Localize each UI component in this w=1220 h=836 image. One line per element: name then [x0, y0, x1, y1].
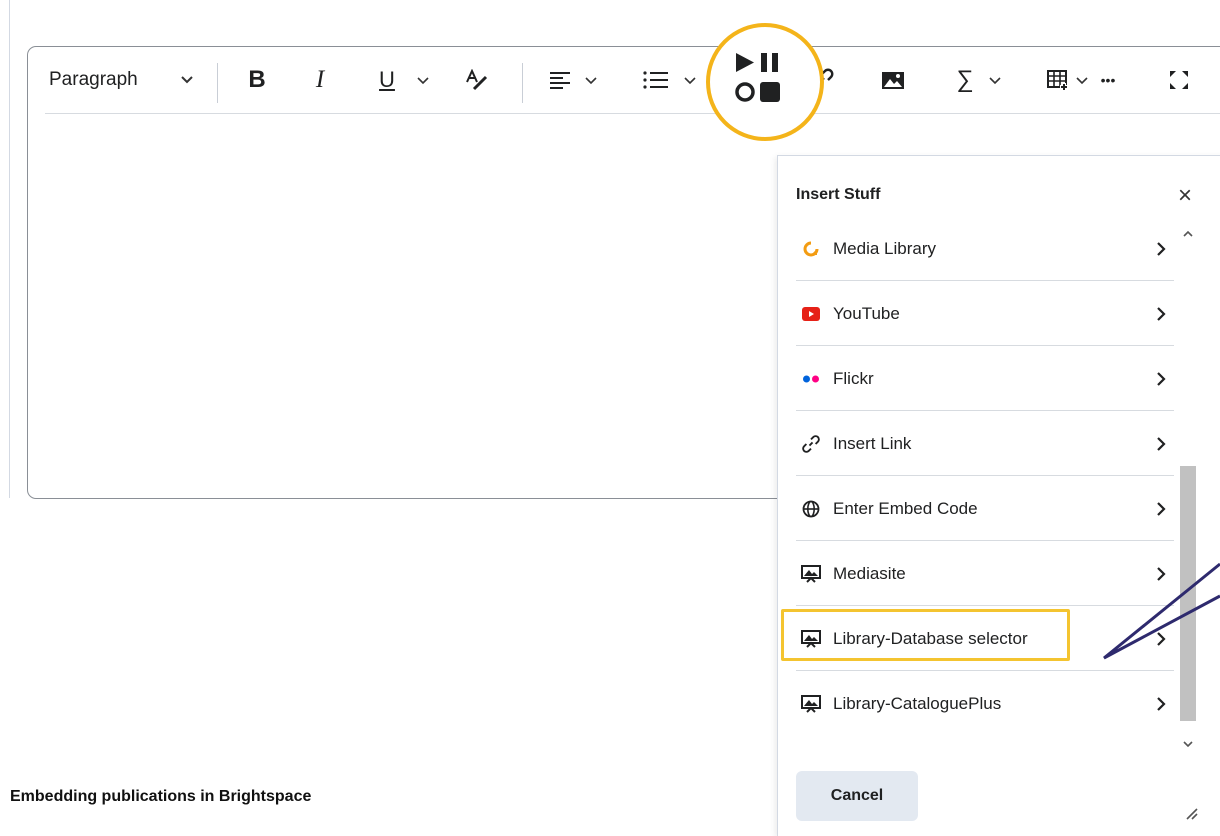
editor-toolbar: Paragraph B I U ∑ •••	[45, 46, 1220, 114]
chevron-right-icon	[1156, 671, 1166, 736]
list-item-media-library[interactable]: Media Library	[796, 216, 1174, 281]
flickr-icon	[796, 346, 826, 411]
list-item-label: Media Library	[833, 239, 936, 258]
link-icon	[796, 411, 826, 476]
chevron-right-icon	[1156, 281, 1166, 346]
list-item-flickr[interactable]: Flickr	[796, 346, 1174, 411]
list-item-embed-code[interactable]: Enter Embed Code	[796, 476, 1174, 541]
bullet-list-icon[interactable]	[642, 46, 670, 114]
presentation-icon	[796, 671, 826, 736]
format-dropdown-label: Paragraph	[49, 69, 138, 90]
chevron-right-icon	[1156, 476, 1166, 541]
list-item-label: YouTube	[833, 304, 900, 323]
annotation-arrow	[1103, 562, 1220, 660]
list-item-label: Mediasite	[833, 564, 906, 583]
underline-icon[interactable]: U	[375, 46, 399, 114]
list-item-label: Flickr	[833, 369, 874, 388]
toolbar-divider	[522, 63, 523, 103]
insert-image-icon[interactable]	[879, 46, 907, 114]
list-item-label: Enter Embed Code	[833, 499, 978, 518]
cancel-button[interactable]: Cancel	[796, 771, 918, 821]
format-dropdown[interactable]: Paragraph	[49, 46, 138, 114]
selection-highlight-box	[781, 609, 1070, 661]
scroll-up-icon[interactable]	[1182, 226, 1194, 244]
more-options-icon[interactable]: •••	[1091, 46, 1125, 114]
dialog-title: Insert Stuff	[796, 186, 881, 203]
table-chevron-icon[interactable]	[1075, 46, 1089, 114]
presentation-icon	[796, 541, 826, 606]
caption-text: Embedding publications in Brightspace	[10, 788, 312, 805]
list-item-label: Library-CataloguePlus	[833, 694, 1002, 713]
list-scrollbar[interactable]	[1179, 226, 1197, 806]
format-dropdown-chevron-icon[interactable]	[177, 46, 197, 114]
align-left-icon[interactable]	[548, 46, 572, 114]
media-library-icon	[796, 216, 826, 281]
equation-icon[interactable]: ∑	[955, 46, 975, 114]
scroll-down-icon[interactable]	[1182, 736, 1194, 754]
text-style-icon[interactable]	[463, 46, 489, 114]
list-chevron-icon[interactable]	[682, 46, 698, 114]
more-options-label: •••	[1100, 72, 1116, 88]
chevron-right-icon	[1156, 216, 1166, 281]
align-chevron-icon[interactable]	[583, 46, 599, 114]
list-item-library-catalogueplus[interactable]: Library-CataloguePlus	[796, 671, 1174, 736]
insert-stuff-dialog: Insert Stuff × Media Library YouTube Fli…	[777, 155, 1220, 836]
globe-icon	[796, 476, 826, 541]
chevron-right-icon	[1156, 411, 1166, 476]
fullscreen-icon[interactable]	[1167, 46, 1191, 114]
list-item-youtube[interactable]: YouTube	[796, 281, 1174, 346]
close-icon[interactable]: ×	[1178, 184, 1192, 208]
insert-stuff-icon[interactable]	[730, 48, 796, 114]
equation-chevron-icon[interactable]	[987, 46, 1003, 114]
youtube-icon	[796, 281, 826, 346]
list-item-label: Insert Link	[833, 434, 912, 453]
chevron-right-icon	[1156, 346, 1166, 411]
italic-icon[interactable]: I	[308, 46, 332, 114]
toolbar-divider	[217, 63, 218, 103]
insert-table-icon[interactable]	[1045, 46, 1071, 114]
list-item-insert-link[interactable]: Insert Link	[796, 411, 1174, 476]
bold-icon[interactable]: B	[245, 46, 269, 114]
underline-chevron-icon[interactable]	[415, 46, 431, 114]
